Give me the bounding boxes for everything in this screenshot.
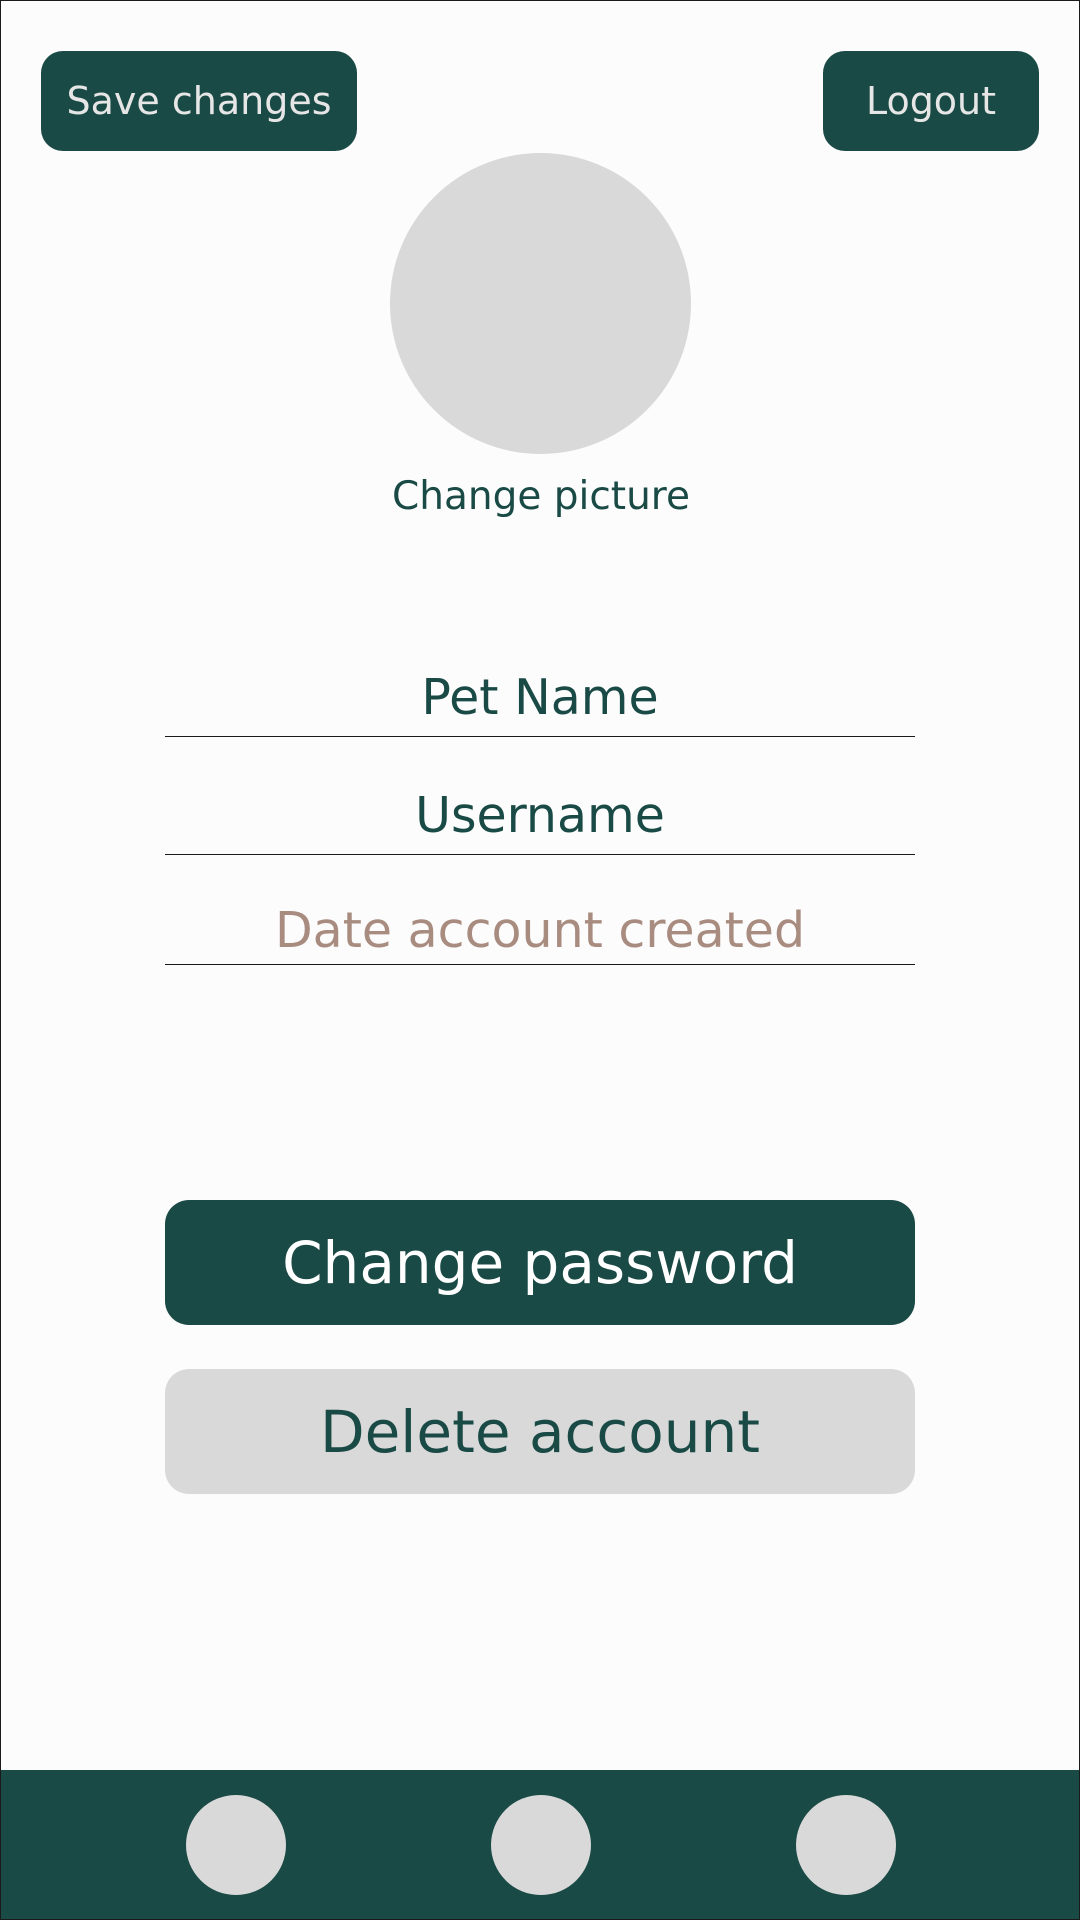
save-changes-button[interactable]: Save changes — [41, 51, 357, 151]
change-picture-link[interactable]: Change picture — [1, 469, 1079, 525]
nav-circle-icon[interactable] — [796, 1795, 896, 1895]
profile-avatar[interactable] — [390, 153, 691, 454]
logout-button[interactable]: Logout — [823, 51, 1039, 151]
bottom-navigation-bar — [1, 1770, 1079, 1919]
username-field[interactable]: Username — [165, 781, 915, 855]
pet-name-field[interactable]: Pet Name — [165, 663, 915, 737]
nav-circle-icon[interactable] — [491, 1795, 591, 1895]
nav-circle-icon[interactable] — [186, 1795, 286, 1895]
date-account-created-field[interactable]: Date account created — [165, 896, 915, 965]
delete-account-button[interactable]: Delete account — [165, 1369, 915, 1494]
account-settings-screen: Save changes Logout Change picture Pet N… — [0, 0, 1080, 1920]
change-password-button[interactable]: Change password — [165, 1200, 915, 1325]
